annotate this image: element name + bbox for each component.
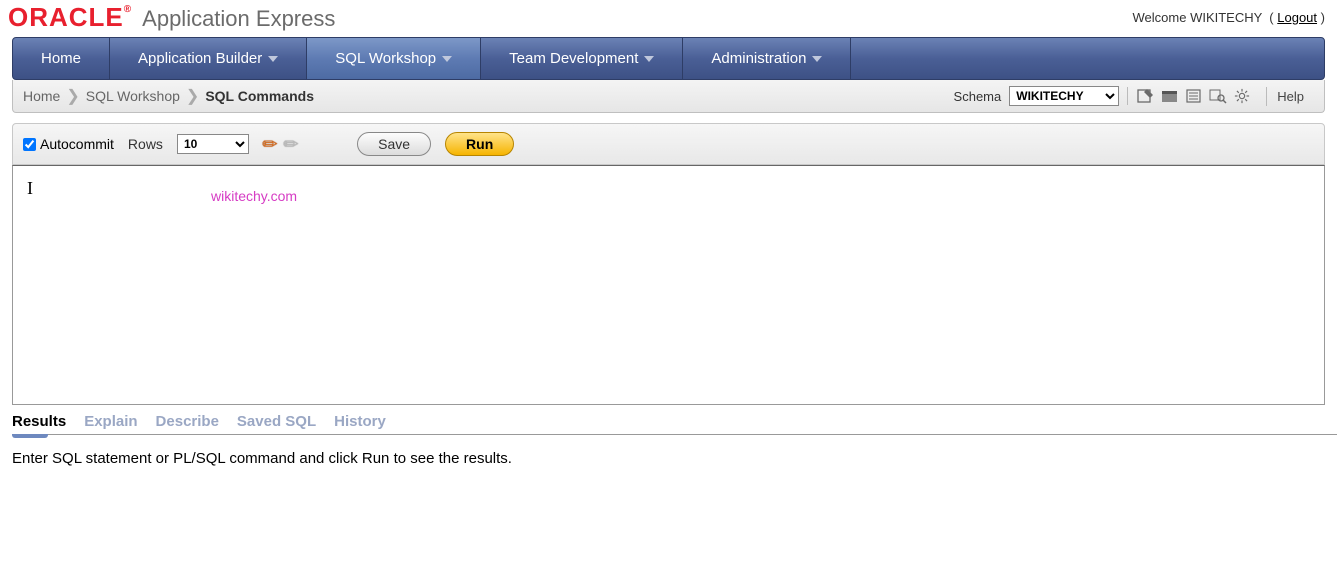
chevron-down-icon	[644, 56, 654, 62]
breadcrumb: Home ❯ SQL Workshop ❯ SQL Commands	[23, 86, 314, 106]
header: ORACLE® Application Express Welcome WIKI…	[0, 0, 1337, 33]
schema-select[interactable]: WIKITECHY	[1009, 86, 1119, 106]
breadcrumb-sql-commands: SQL Commands	[205, 88, 314, 104]
main-nav: Home Application Builder SQL Workshop Te…	[12, 37, 1325, 80]
logout-link[interactable]: Logout	[1277, 10, 1317, 25]
logo: ORACLE® Application Express	[8, 2, 335, 33]
breadcrumb-sql-workshop[interactable]: SQL Workshop	[86, 88, 180, 104]
command-toolbar: Autocommit Rows 10 ✎ ✎ Save Run	[12, 123, 1325, 165]
sub-bar-right: Schema WIKITECHY Help	[954, 86, 1314, 106]
schema-label: Schema	[954, 89, 1002, 104]
session-icon[interactable]	[1160, 87, 1180, 105]
tab-saved-sql[interactable]: Saved SQL	[237, 413, 316, 430]
product-title: Application Express	[142, 6, 335, 32]
rows-select[interactable]: 10	[177, 134, 249, 154]
chevron-down-icon	[442, 56, 452, 62]
breadcrumb-separator-icon: ❯	[186, 86, 199, 106]
nav-home-label: Home	[41, 50, 81, 67]
nav-home[interactable]: Home	[13, 38, 110, 79]
nav-team-development[interactable]: Team Development	[481, 38, 683, 79]
chevron-down-icon	[268, 56, 278, 62]
results-message: Enter SQL statement or PL/SQL command an…	[12, 438, 1337, 479]
tab-history[interactable]: History	[334, 413, 386, 430]
toolbar-icons	[1127, 87, 1252, 105]
run-button[interactable]: Run	[445, 132, 514, 156]
autocommit-label: Autocommit	[40, 136, 114, 152]
gear-icon[interactable]	[1232, 87, 1252, 105]
rows-label: Rows	[128, 136, 163, 152]
caching-icon[interactable]	[1184, 87, 1204, 105]
nav-admin-label: Administration	[711, 50, 806, 67]
sql-command-input[interactable]	[13, 166, 1324, 404]
nav-team-dev-label: Team Development	[509, 50, 638, 67]
autocommit-checkbox[interactable]	[23, 138, 36, 151]
results-region: Results Explain Describe Saved SQL Histo…	[12, 413, 1337, 479]
nav-application-builder[interactable]: Application Builder	[110, 38, 307, 79]
tab-explain[interactable]: Explain	[84, 413, 137, 430]
save-button[interactable]: Save	[357, 132, 431, 156]
nav-sql-workshop[interactable]: SQL Workshop	[307, 38, 481, 79]
help-button[interactable]: Help	[1266, 87, 1314, 106]
find-icon[interactable]	[1208, 87, 1228, 105]
nav-administration[interactable]: Administration	[683, 38, 851, 79]
find-tables-icon[interactable]: ✎	[279, 131, 305, 157]
breadcrumb-separator-icon: ❯	[66, 86, 79, 106]
result-tabs: Results Explain Describe Saved SQL Histo…	[12, 413, 1337, 435]
sub-bar: Home ❯ SQL Workshop ❯ SQL Commands Schem…	[12, 80, 1325, 113]
sql-editor-area: I wikitechy.com	[12, 165, 1325, 405]
chevron-down-icon	[812, 56, 822, 62]
nav-app-builder-label: Application Builder	[138, 50, 262, 67]
tab-results[interactable]: Results	[12, 413, 66, 430]
welcome-text: Welcome WIKITECHY	[1133, 10, 1263, 25]
oracle-logo: ORACLE®	[8, 2, 132, 33]
tab-describe[interactable]: Describe	[156, 413, 219, 430]
header-user-area: Welcome WIKITECHY ( Logout )	[1133, 10, 1325, 25]
edit-page-icon[interactable]	[1136, 87, 1156, 105]
autocommit-wrapper[interactable]: Autocommit	[23, 136, 114, 152]
nav-sql-workshop-label: SQL Workshop	[335, 50, 436, 67]
breadcrumb-home[interactable]: Home	[23, 88, 60, 104]
editor-mini-icons: ✎ ✎	[263, 134, 299, 155]
